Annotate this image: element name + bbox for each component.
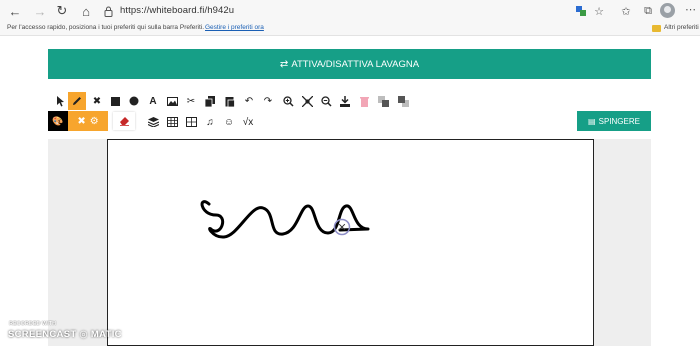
translate-icon[interactable] <box>573 3 589 19</box>
drawn-stroke <box>200 200 370 239</box>
close-icon: ✖ <box>77 115 86 127</box>
toggle-icon: ⇄ <box>279 58 289 70</box>
music-icon[interactable]: ♫ <box>202 114 218 130</box>
favorites-icon[interactable]: ✩ <box>618 3 634 19</box>
back-icon[interactable]: ← <box>6 2 24 20</box>
delete-icon[interactable] <box>356 93 372 109</box>
whiteboard-canvas[interactable] <box>107 139 594 346</box>
shapes-tool-icon[interactable]: ✖ <box>89 93 105 109</box>
favorites-hint: Per l'accesso rapido, posiziona i tuoi p… <box>7 24 205 31</box>
other-favorites[interactable]: Altri preferiti <box>664 24 699 31</box>
send-back-icon[interactable] <box>395 93 411 109</box>
fit-screen-icon[interactable] <box>299 93 315 109</box>
zoom-in-icon[interactable] <box>280 93 296 109</box>
recorded-with-label: RECORDED WITH <box>9 321 57 327</box>
layers-icon[interactable] <box>145 114 161 130</box>
push-button[interactable]: ▤ SPINGERE <box>577 111 651 131</box>
paste-icon[interactable] <box>222 93 238 109</box>
browser-toolbar: ← → ↻ ⌂ https://whiteboard.fi/h942u ☆ ✩ … <box>0 0 700 22</box>
screencast-watermark: RECORDED WITH SCREENCAST ◎ MATIC <box>8 321 138 346</box>
reload-icon[interactable]: ↻ <box>53 2 71 20</box>
push-icon: ▤ <box>588 116 596 126</box>
favorite-star-icon[interactable]: ☆ <box>591 3 607 19</box>
toggle-label: ATTIVA/DISATTIVA LAVAGNA <box>291 58 420 70</box>
palette-icon: 🎨 <box>52 115 64 126</box>
eraser-icon <box>119 117 129 126</box>
table-icon[interactable] <box>164 114 180 130</box>
collections-icon[interactable]: ⧉ <box>640 3 656 19</box>
more-icon[interactable]: ⋯ <box>685 3 696 16</box>
select-icon[interactable] <box>52 93 68 109</box>
undo-icon[interactable]: ↶ <box>241 93 257 109</box>
copy-icon[interactable] <box>202 93 218 109</box>
forward-icon[interactable]: → <box>31 2 49 20</box>
favorites-bar: Per l'accesso rapido, posiziona i tuoi p… <box>0 22 700 36</box>
pencil-icon[interactable] <box>68 92 86 110</box>
eraser-button[interactable] <box>113 112 135 130</box>
text-icon[interactable]: A <box>145 93 161 109</box>
screencast-logo: SCREENCAST ◎ MATIC <box>8 329 122 340</box>
gear-icon: ⚙ <box>89 115 99 127</box>
redo-icon[interactable]: ↷ <box>260 93 276 109</box>
math-icon[interactable]: √x <box>240 114 256 130</box>
bring-front-icon[interactable] <box>375 93 391 109</box>
color-picker-button[interactable]: 🎨 <box>48 111 68 131</box>
home-icon[interactable]: ⌂ <box>77 2 95 20</box>
square-icon[interactable] <box>107 93 123 109</box>
cut-icon[interactable]: ✂ <box>183 93 199 109</box>
emoji-icon[interactable]: ☺ <box>221 114 237 130</box>
toggle-whiteboard-button[interactable]: ⇄ ATTIVA/DISATTIVA LAVAGNA <box>48 49 651 79</box>
avatar[interactable] <box>660 3 675 18</box>
image-icon[interactable] <box>164 93 180 109</box>
brush-size-button[interactable]: ✖ ⚙ <box>68 111 108 131</box>
manage-favorites-link[interactable]: Gestire i preferiti ora <box>205 24 264 31</box>
zoom-out-icon[interactable] <box>318 93 334 109</box>
push-label: SPINGERE <box>598 116 640 126</box>
address-bar[interactable]: https://whiteboard.fi/h942u <box>120 5 234 16</box>
lock-icon[interactable] <box>101 4 115 18</box>
grid-icon[interactable] <box>183 114 199 130</box>
circle-icon[interactable] <box>126 93 142 109</box>
folder-icon <box>652 25 661 32</box>
download-icon[interactable] <box>337 93 353 109</box>
